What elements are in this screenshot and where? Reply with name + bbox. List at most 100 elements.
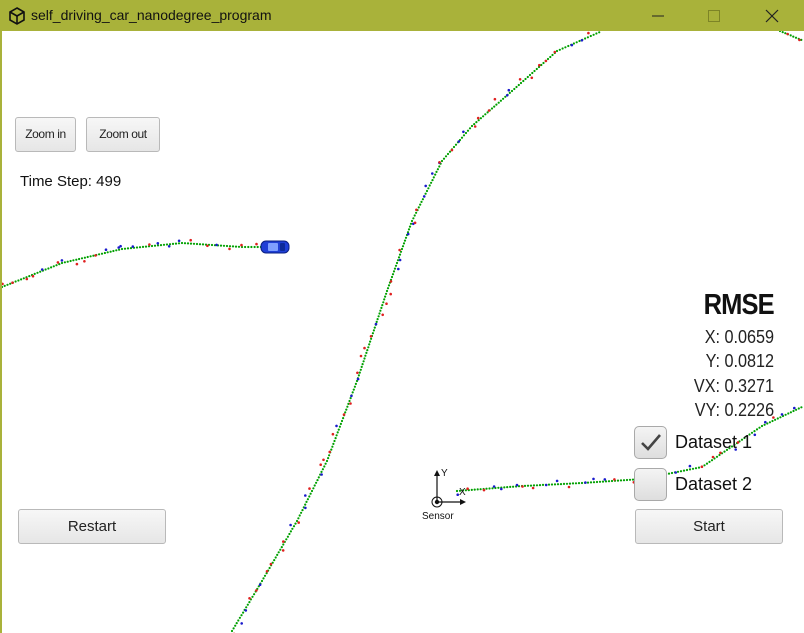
trajectory-point — [247, 245, 250, 249]
trajectory-point — [268, 566, 271, 570]
radar-marker — [104, 248, 108, 251]
trajectory-point — [323, 465, 326, 468]
trajectory-point — [306, 498, 309, 501]
lidar-marker — [25, 277, 29, 281]
trajectory-point — [401, 245, 405, 248]
maximize-button[interactable] — [685, 1, 743, 31]
minimize-button[interactable] — [629, 1, 687, 31]
dataset-2-label[interactable]: Dataset 2 — [675, 474, 752, 495]
title-bar[interactable]: self_driving_car_nanodegree_program — [1, 1, 804, 31]
lidar-marker — [322, 458, 325, 462]
trajectory-point — [393, 267, 397, 270]
trajectory-point — [138, 246, 142, 249]
trajectory-point — [417, 206, 420, 209]
trajectory-point — [528, 73, 532, 77]
trajectory-point — [69, 259, 72, 263]
trajectory-point — [424, 192, 427, 195]
trajectory-point — [532, 484, 536, 487]
trajectory-point — [550, 483, 554, 486]
radar-marker — [398, 258, 402, 262]
trajectory-point — [784, 413, 787, 416]
trajectory-point — [327, 457, 330, 460]
trajectory-point — [396, 259, 400, 262]
trajectory-point — [715, 455, 719, 458]
trajectory-point — [542, 61, 545, 65]
trajectory-point — [428, 184, 431, 187]
trajectory-point — [294, 522, 297, 525]
trajectory-point — [383, 298, 386, 301]
lidar-marker — [2, 282, 4, 286]
dataset-1-label[interactable]: Dataset 1 — [675, 432, 752, 453]
radar-marker — [177, 239, 181, 243]
trajectory-point — [240, 614, 243, 617]
trajectory-point — [186, 242, 190, 245]
trajectory-point — [359, 368, 362, 371]
zoom-out-button[interactable]: Zoom out — [86, 117, 160, 152]
trajectory-point — [183, 242, 187, 245]
trajectory-point — [103, 251, 106, 255]
trajectory-point — [682, 469, 686, 472]
restart-button[interactable]: Restart — [18, 509, 166, 544]
trajectory-point — [153, 244, 157, 247]
unity-logo-icon — [9, 7, 25, 25]
lidar-marker — [319, 463, 323, 467]
trajectory-point — [438, 165, 441, 168]
lidar-marker — [415, 208, 418, 212]
trajectory-point — [72, 259, 75, 262]
trajectory-point — [75, 258, 78, 261]
lidar-marker — [342, 413, 346, 416]
simulator-viewport[interactable]: Zoom in Zoom out Time Step: 499 RMSE X: … — [2, 31, 804, 633]
trajectory-point — [586, 481, 590, 484]
radar-marker — [215, 243, 218, 247]
lidar-marker — [369, 335, 373, 338]
trajectory-point — [577, 482, 581, 485]
trajectory-point — [578, 39, 581, 43]
radar-marker — [40, 268, 44, 271]
trajectory-point — [263, 574, 267, 577]
start-button[interactable]: Start — [635, 509, 783, 544]
trajectory-point — [387, 284, 391, 287]
trajectory-point — [598, 480, 602, 483]
close-button[interactable] — [743, 1, 801, 31]
trajectory-point — [309, 492, 312, 495]
trajectory-point — [210, 243, 214, 247]
trajectory-point — [222, 244, 226, 247]
trajectory-point — [386, 287, 390, 290]
trajectory-point — [390, 275, 394, 279]
trajectory-point — [333, 439, 336, 443]
zoom-in-button[interactable]: Zoom in — [15, 117, 76, 152]
trajectory-point — [126, 247, 130, 250]
trajectory-point — [473, 123, 476, 126]
trajectory-point — [33, 272, 36, 275]
trajectory-point — [301, 509, 304, 512]
trajectory-point — [499, 99, 502, 102]
trajectory-point — [688, 468, 692, 471]
trajectory-point — [455, 489, 459, 493]
trajectory-point — [335, 434, 338, 437]
trajectory-point — [502, 97, 505, 100]
trajectory-point — [63, 261, 66, 264]
close-icon — [765, 9, 779, 23]
trajectory-point — [394, 264, 398, 267]
trajectory-point — [432, 176, 435, 179]
trajectory-point — [251, 595, 254, 598]
trajectory-point — [351, 391, 354, 394]
trajectory-point — [3, 284, 6, 287]
trajectory-point — [78, 257, 81, 261]
trajectory-point — [409, 222, 413, 225]
lidar-marker — [521, 485, 524, 488]
trajectory-point — [228, 245, 232, 248]
dataset-1-checkbox[interactable] — [634, 426, 667, 459]
trajectory-point — [39, 270, 42, 273]
trajectory-point — [779, 416, 782, 419]
lidar-marker — [11, 281, 14, 284]
radar-marker — [406, 232, 410, 236]
dataset-2-checkbox[interactable] — [634, 468, 667, 501]
trajectory-point — [135, 246, 139, 249]
trajectory-point — [495, 103, 498, 106]
trajectory-point — [385, 292, 388, 295]
lidar-marker — [331, 432, 335, 436]
trajectory-point — [473, 488, 476, 491]
trajectory-point — [508, 91, 511, 94]
trajectory-point — [485, 487, 488, 490]
